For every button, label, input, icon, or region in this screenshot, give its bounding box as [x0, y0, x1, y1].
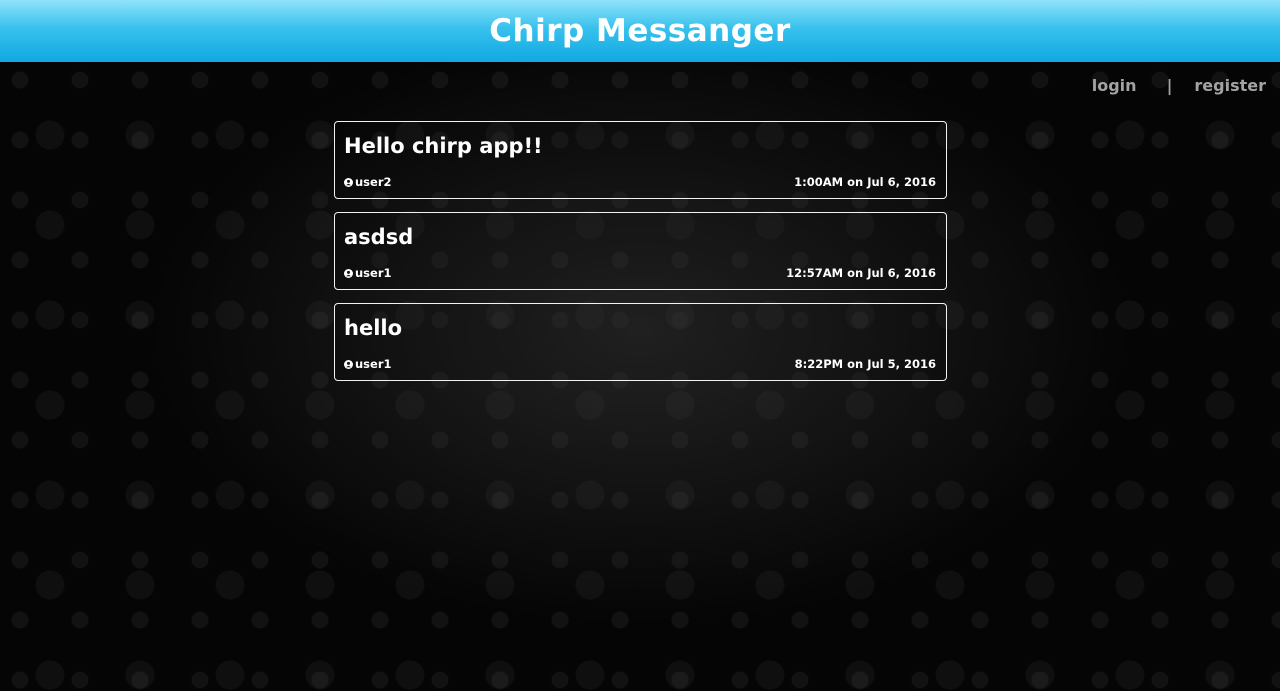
post-author-name: user2	[355, 175, 392, 189]
post-meta: user2 1:00AM on Jul 6, 2016	[344, 175, 936, 189]
app-title: Chirp Messanger	[489, 13, 791, 49]
post-author: user1	[344, 266, 392, 280]
post-card: hello user1 8:22PM on Jul 5, 2016	[334, 303, 947, 381]
user-icon	[344, 268, 353, 278]
post-author-name: user1	[355, 266, 392, 280]
login-link[interactable]: login	[1092, 76, 1137, 95]
post-card: Hello chirp app!! user2 1:00AM on Jul 6,…	[334, 121, 947, 199]
post-meta: user1 8:22PM on Jul 5, 2016	[344, 357, 936, 371]
post-timestamp: 8:22PM on Jul 5, 2016	[794, 357, 936, 371]
user-icon	[344, 359, 353, 369]
post-text: Hello chirp app!!	[344, 134, 543, 158]
post-card: asdsd user1 12:57AM on Jul 6, 2016	[334, 212, 947, 290]
post-text: asdsd	[344, 225, 414, 249]
post-author-name: user1	[355, 357, 392, 371]
post-meta: user1 12:57AM on Jul 6, 2016	[344, 266, 936, 280]
post-author: user2	[344, 175, 392, 189]
post-author: user1	[344, 357, 392, 371]
user-icon	[344, 177, 353, 187]
post-feed: Hello chirp app!! user2 1:00AM on Jul 6,…	[334, 121, 947, 394]
post-timestamp: 12:57AM on Jul 6, 2016	[786, 266, 936, 280]
auth-nav: login | register	[1092, 76, 1266, 95]
post-text: hello	[344, 316, 403, 340]
post-timestamp: 1:00AM on Jul 6, 2016	[794, 175, 936, 189]
app-header: Chirp Messanger	[0, 0, 1280, 62]
nav-separator: |	[1166, 76, 1173, 95]
register-link[interactable]: register	[1194, 76, 1266, 95]
